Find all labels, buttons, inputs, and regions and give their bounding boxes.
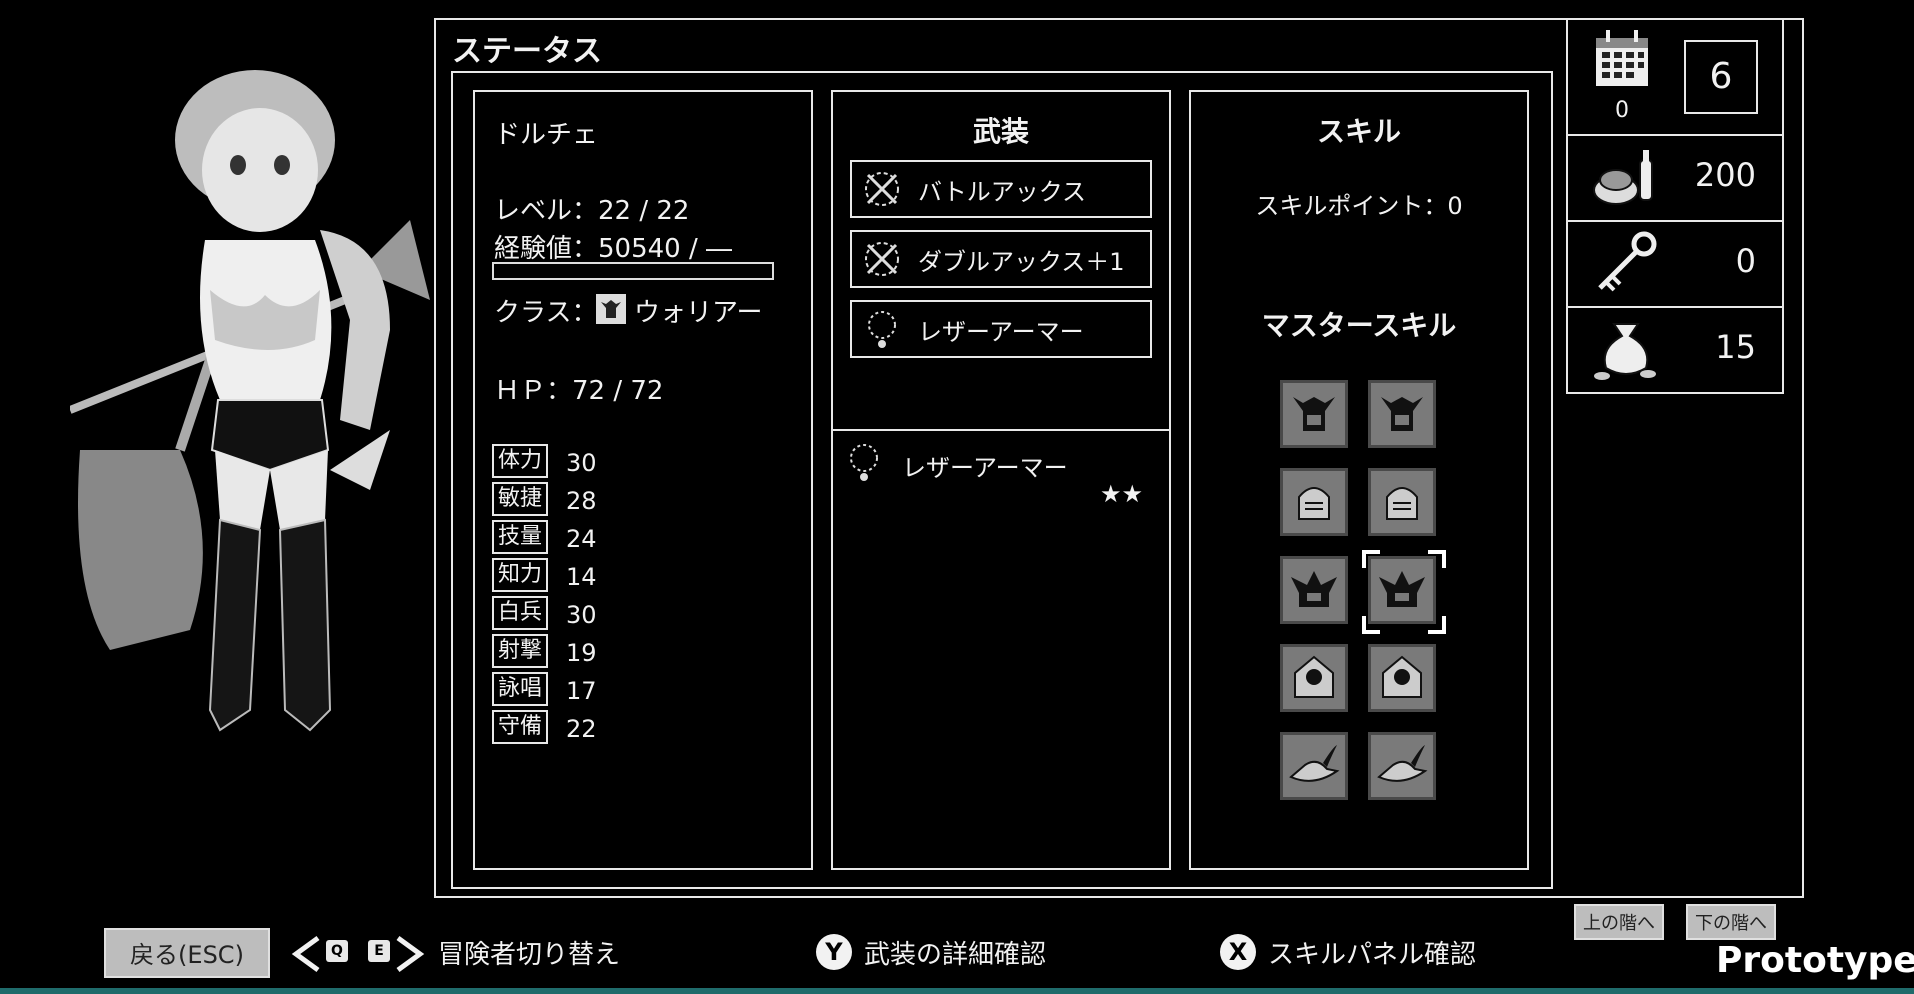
chevron-right-icon [396,935,425,973]
equip-slot-label: レザーアーマー [918,317,1084,346]
horned-helmet-icon [1381,397,1423,431]
equip-detail-rarity: ★★ [1100,480,1144,508]
character-level: レベル：22 / 22 [494,196,690,226]
stat-value: 30 [566,601,597,629]
prototype-label: Prototype [1716,940,1914,981]
floor-up-button[interactable]: 上の階へ [1574,904,1664,940]
stat-label: 知力 [492,558,548,592]
skill-tile-knight[interactable] [1368,468,1436,536]
character-portrait [70,70,430,732]
character-hp: ＨＰ：72 / 72 [494,376,664,406]
stat-label: 白兵 [492,596,548,630]
warrior-class-icon [596,294,626,324]
equip-slot-weapon-2[interactable]: ダブルアックス＋1 [850,230,1152,288]
equipment-divider [831,429,1171,431]
character-name: ドルチェ [494,120,599,150]
samurai-helmet-icon [1291,571,1337,607]
skill-heading: スキル [1316,115,1401,148]
calendar-count: 0 [1615,98,1629,123]
feathered-hat-icon [1377,745,1428,782]
x-button-icon: X [1220,934,1256,970]
skill-tile-ranger[interactable] [1368,732,1436,800]
equip-slot-weapon-1[interactable]: バトルアックス [850,160,1152,218]
selection-cursor-corner [1362,550,1380,568]
calendar-icon [1596,30,1648,86]
equip-slot-armor[interactable]: レザーアーマー [850,300,1152,358]
chevron-left-icon [291,935,320,973]
knight-helmet-icon [1386,487,1418,520]
stat-value: 28 [566,487,597,515]
class-prefix: クラス： [494,298,598,328]
exp-bar [492,262,774,280]
window-title: ステータス [452,34,602,69]
equip-detail-name: レザーアーマー [902,454,1068,482]
stat-value: 19 [566,639,597,667]
back-button[interactable]: 戻る(ESC) [104,928,270,978]
crossed-axes-icon [865,242,899,276]
knight-helmet-icon [1298,487,1330,520]
skill-tile-knight[interactable] [1280,468,1348,536]
feathered-hat-icon [1289,745,1340,782]
stat-label: 詠唱 [492,672,548,706]
skill-tile-cleric[interactable] [1368,644,1436,712]
equip-detail-hint[interactable]: 武装の詳細確認 [864,934,1046,971]
selection-cursor-corner [1428,616,1446,634]
skill-tile-warrior[interactable] [1280,380,1348,448]
skill-panel-hint[interactable]: スキルパネル確認 [1268,934,1476,971]
skill-tile-samurai[interactable] [1280,556,1348,624]
key-q-icon: Q [326,940,348,962]
class-name: ウォリアー [634,298,763,328]
skill-tile-warrior[interactable] [1368,380,1436,448]
necklace-icon [868,311,896,348]
key-count: 0 [1735,242,1756,280]
stat-value: 24 [566,525,597,553]
equip-slot-label: ダブルアックス＋1 [918,247,1125,276]
gold-count: 15 [1715,328,1756,366]
stat-label: 技量 [492,520,548,554]
crossed-axes-icon [865,172,899,206]
stat-label: 射撃 [492,634,548,668]
stat-label: 体力 [492,444,548,478]
floor-down-button[interactable]: 下の階へ [1686,904,1776,940]
hood-icon [1294,655,1334,698]
day-counter: 6 [1684,40,1758,114]
master-skill-heading: マスタースキル [1261,309,1457,342]
y-button-icon: Y [816,934,852,970]
switch-adventurer-hint[interactable]: 冒険者切り替え [438,934,620,971]
stat-value: 30 [566,449,597,477]
necklace-icon [850,444,878,481]
equipment-heading: 武装 [972,115,1029,148]
character-exp: 経験値：50540 / ― [494,234,732,264]
stat-value: 14 [566,563,597,591]
stat-value: 17 [566,677,597,705]
stat-label: 敏捷 [492,482,548,516]
skill-tile-cleric[interactable] [1280,644,1348,712]
samurai-helmet-icon [1379,571,1425,607]
equip-slot-label: バトルアックス [918,177,1086,206]
selection-cursor-corner [1362,616,1380,634]
horned-helmet-icon [1293,397,1335,431]
hood-icon [1382,655,1422,698]
skill-tile-ranger[interactable] [1280,732,1348,800]
key-e-icon: E [368,940,390,962]
skill-points: スキルポイント：0 [1255,192,1463,220]
food-count: 200 [1694,156,1756,194]
bottom-strip [0,988,1914,994]
stat-label: 守備 [492,710,548,744]
selection-cursor-corner [1428,550,1446,568]
stat-value: 22 [566,715,597,743]
